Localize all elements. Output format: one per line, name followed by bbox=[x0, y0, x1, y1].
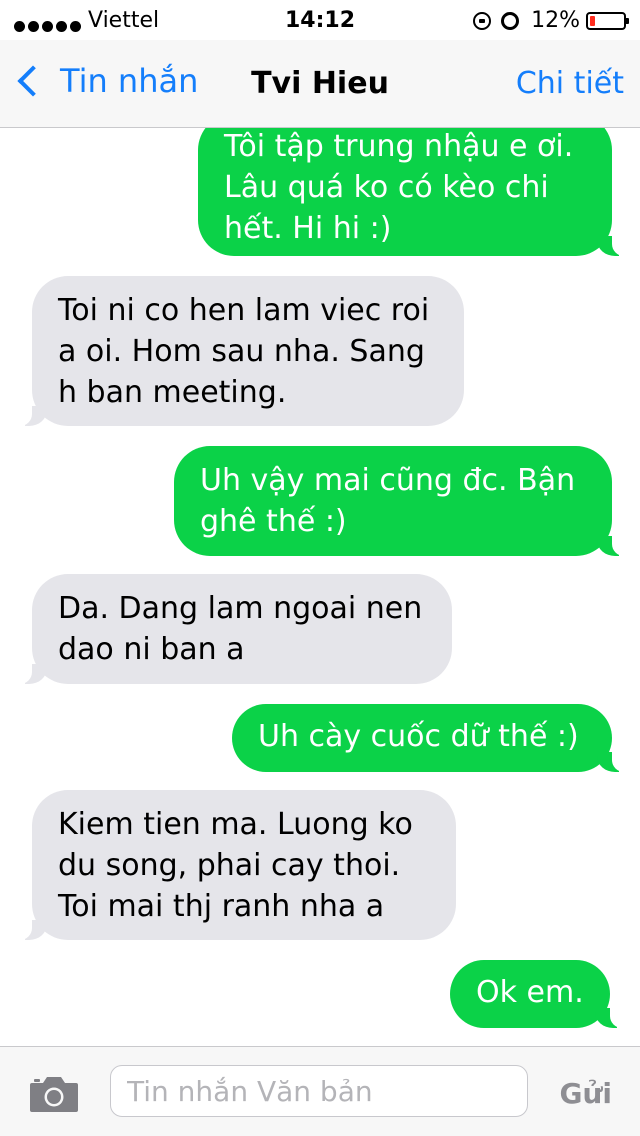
send-button[interactable]: Gửi bbox=[559, 1077, 612, 1110]
rotation-lock-icon bbox=[473, 11, 492, 30]
details-button[interactable]: Chi tiết bbox=[516, 66, 624, 101]
message-bubble-outgoing[interactable]: Uh vậy mai cũng đc. Bận ghê thế :) bbox=[174, 446, 626, 556]
message-input[interactable] bbox=[110, 1065, 528, 1117]
navigation-bar: Tin nhắn Tvi Hieu Chi tiết bbox=[0, 40, 640, 128]
status-indicators: 12% bbox=[473, 8, 629, 33]
message-bubble-incoming[interactable]: Toi ni co hen lam viec roi a oi. Hom sau… bbox=[18, 276, 464, 426]
battery-percent: 12% bbox=[531, 8, 580, 33]
battery-icon bbox=[586, 11, 629, 30]
message-thread[interactable]: Tôi tập trung nhậu e ơi. Lâu quá ko có k… bbox=[0, 128, 640, 1046]
message-bubble-outgoing[interactable]: Ok em. bbox=[450, 960, 624, 1028]
status-bar: Viettel 14:12 12% bbox=[0, 0, 640, 40]
battery-level-fill bbox=[590, 15, 595, 26]
compose-bar: Gửi bbox=[0, 1046, 640, 1136]
camera-icon[interactable] bbox=[28, 1075, 80, 1113]
message-bubble-outgoing[interactable]: Uh cày cuốc dữ thế :) bbox=[232, 704, 626, 772]
message-bubble-incoming[interactable]: Kiem tien ma. Luong ko du song, phai cay… bbox=[18, 790, 456, 940]
message-bubble-incoming[interactable]: Da. Dang lam ngoai nen dao ni ban a bbox=[18, 574, 452, 684]
message-bubble-outgoing[interactable]: Tôi tập trung nhậu e ơi. Lâu quá ko có k… bbox=[198, 128, 626, 256]
alarm-icon bbox=[501, 11, 520, 30]
